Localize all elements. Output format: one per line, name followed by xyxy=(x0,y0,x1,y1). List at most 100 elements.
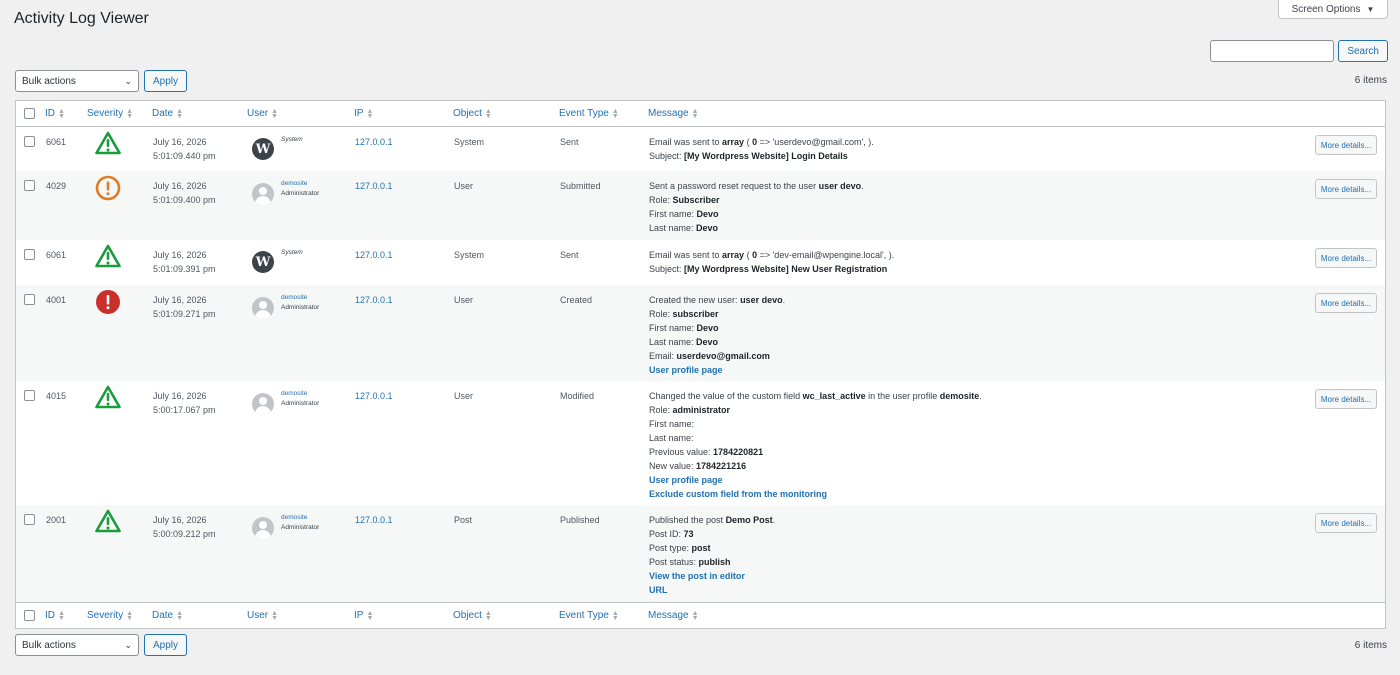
row-checkbox[interactable] xyxy=(24,390,35,401)
select-all-checkbox-footer[interactable] xyxy=(24,610,35,621)
message-fragment: [My Wordpress Website] Login Details xyxy=(684,151,848,161)
message-fragment: 1784221216 xyxy=(696,461,747,471)
more-details-button[interactable]: More details... xyxy=(1315,389,1377,409)
message-fragment: Post ID: xyxy=(649,529,684,539)
object-cell: Post xyxy=(454,515,473,525)
message-link[interactable]: Exclude custom field from the monitoring xyxy=(649,487,982,501)
message-link[interactable]: User profile page xyxy=(649,363,785,377)
bulk-actions-select-bottom[interactable]: Bulk actions ⌄ xyxy=(15,634,139,656)
more-details-button[interactable]: More details... xyxy=(1315,248,1377,268)
message-fragment: Subject: xyxy=(649,264,685,274)
column-header-user[interactable]: User ▲ ▼ xyxy=(247,610,278,622)
row-checkbox[interactable] xyxy=(24,180,35,191)
column-label: User xyxy=(247,610,269,621)
id-cell: 4015 xyxy=(46,391,67,401)
message-cell: Published the post Demo Post. Post ID: 73… xyxy=(649,513,775,597)
message-cell: Sent a password reset request to the use… xyxy=(649,179,864,235)
column-label: User xyxy=(247,108,269,119)
column-header-user[interactable]: User ▲ ▼ xyxy=(247,108,278,120)
message-link[interactable]: User profile page xyxy=(649,473,982,487)
more-details-button[interactable]: More details... xyxy=(1315,293,1377,313)
message-line: Email: userdevo@gmail.com xyxy=(649,349,785,363)
column-header-event-type[interactable]: Event Type ▲ ▼ xyxy=(559,609,619,622)
object-cell: User xyxy=(454,391,474,401)
more-details-button[interactable]: More details... xyxy=(1315,179,1377,199)
user-link[interactable]: demosite xyxy=(281,293,319,303)
sort-icon: ▲ ▼ xyxy=(611,609,619,622)
message-fragment: Subscriber xyxy=(672,195,720,205)
column-header-object[interactable]: Object ▲ ▼ xyxy=(453,610,492,622)
object-cell: User xyxy=(454,181,474,191)
message-link[interactable]: View the post in editor xyxy=(649,569,775,583)
select-all-checkbox[interactable] xyxy=(24,108,35,119)
column-header-ip[interactable]: IP ▲ ▼ xyxy=(354,609,374,622)
sort-icon: ▲ ▼ xyxy=(366,609,374,622)
avatar-placeholder-icon xyxy=(252,297,274,319)
user-name: System xyxy=(281,136,303,143)
object-cell: User xyxy=(454,295,474,305)
message-fragment: First name: xyxy=(649,209,697,219)
ip-link[interactable]: 127.0.0.1 xyxy=(355,135,393,149)
table-row: 4029 July 16, 2026 5:01:09.400 pm demosite A… xyxy=(16,171,1385,240)
column-header-message[interactable]: Message ▲ ▼ xyxy=(648,108,699,120)
column-header-ip[interactable]: IP ▲ ▼ xyxy=(354,107,374,120)
ip-link[interactable]: 127.0.0.1 xyxy=(355,513,393,527)
ip-link[interactable]: 127.0.0.1 xyxy=(355,248,393,262)
message-link[interactable]: URL xyxy=(649,583,775,597)
message-cell: Created the new user: user devo. Role: su… xyxy=(649,293,785,377)
row-checkbox[interactable] xyxy=(24,136,35,147)
ip-link[interactable]: 127.0.0.1 xyxy=(355,179,393,193)
message-fragment: array xyxy=(722,250,745,260)
chevron-down-icon: ⌄ xyxy=(124,639,132,650)
column-label: IP xyxy=(354,108,364,119)
message-line: Created the new user: user devo. xyxy=(649,293,785,307)
message-fragment: 1784220821 xyxy=(713,447,764,457)
column-header-date[interactable]: Date ▲ ▼ xyxy=(152,610,183,622)
column-header-event-type[interactable]: Event Type ▲ ▼ xyxy=(559,108,619,120)
column-header-date[interactable]: Date ▲ ▼ xyxy=(152,108,183,120)
ip-link[interactable]: 127.0.0.1 xyxy=(355,293,393,307)
more-details-button[interactable]: More details... xyxy=(1315,513,1377,533)
message-cell: Email was sent to array ( 0 => 'userdevo… xyxy=(649,135,874,163)
screen-options-button[interactable]: Screen Options ▼ xyxy=(1278,0,1388,19)
row-checkbox[interactable] xyxy=(24,514,35,525)
user-role: Administrator xyxy=(281,304,320,311)
ip-link[interactable]: 127.0.0.1 xyxy=(355,389,393,403)
message-line: Published the post Demo Post. xyxy=(649,513,775,527)
user-role: Administrator xyxy=(281,190,320,197)
user-link[interactable]: demosite xyxy=(281,513,319,523)
message-line: First name: xyxy=(649,417,982,431)
event-type-cell: Sent xyxy=(560,250,579,260)
row-checkbox[interactable] xyxy=(24,294,35,305)
user-link[interactable]: demosite xyxy=(281,389,319,399)
id-cell: 2001 xyxy=(46,515,67,525)
column-header-object[interactable]: Object ▲ ▼ xyxy=(453,108,492,120)
message-line: Previous value: 1784220821 xyxy=(649,445,982,459)
more-details-button[interactable]: More details... xyxy=(1315,135,1377,155)
row-checkbox[interactable] xyxy=(24,249,35,260)
column-header-id[interactable]: ID ▲ ▼ xyxy=(45,610,65,622)
column-header-message[interactable]: Message ▲ ▼ xyxy=(648,610,699,622)
sort-icon: ▲ ▼ xyxy=(366,107,374,120)
message-line: Role: administrator xyxy=(649,403,982,417)
user-link[interactable]: demosite xyxy=(281,179,319,189)
table-row: 2001 July 16, 2026 5:00:09.212 pm demosite A… xyxy=(16,505,1385,603)
search-button[interactable]: Search xyxy=(1338,40,1388,62)
message-cell: Changed the value of the custom field wc… xyxy=(649,389,982,501)
search-box: Search xyxy=(1210,40,1388,62)
column-label: Message xyxy=(648,610,689,621)
column-header-id[interactable]: ID ▲ ▼ xyxy=(45,108,65,120)
bulk-actions-select[interactable]: Bulk actions ⌄ xyxy=(15,70,139,92)
column-header-severity[interactable]: Severity ▲ ▼ xyxy=(87,108,133,120)
message-line: Last name: Devo xyxy=(649,221,864,235)
message-fragment: [My Wordpress Website] New User Registra… xyxy=(684,264,888,274)
search-input[interactable] xyxy=(1210,40,1335,62)
apply-button[interactable]: Apply xyxy=(144,70,187,92)
message-fragment: Email: xyxy=(649,351,677,361)
message-line: Subject: [My Wordpress Website] New User… xyxy=(649,262,894,276)
alert-orange-icon xyxy=(95,175,121,204)
column-header-severity[interactable]: Severity ▲ ▼ xyxy=(87,610,133,622)
column-label: Object xyxy=(453,108,482,119)
apply-button-bottom[interactable]: Apply xyxy=(144,634,187,656)
wordpress-logo-icon: W xyxy=(252,251,274,273)
